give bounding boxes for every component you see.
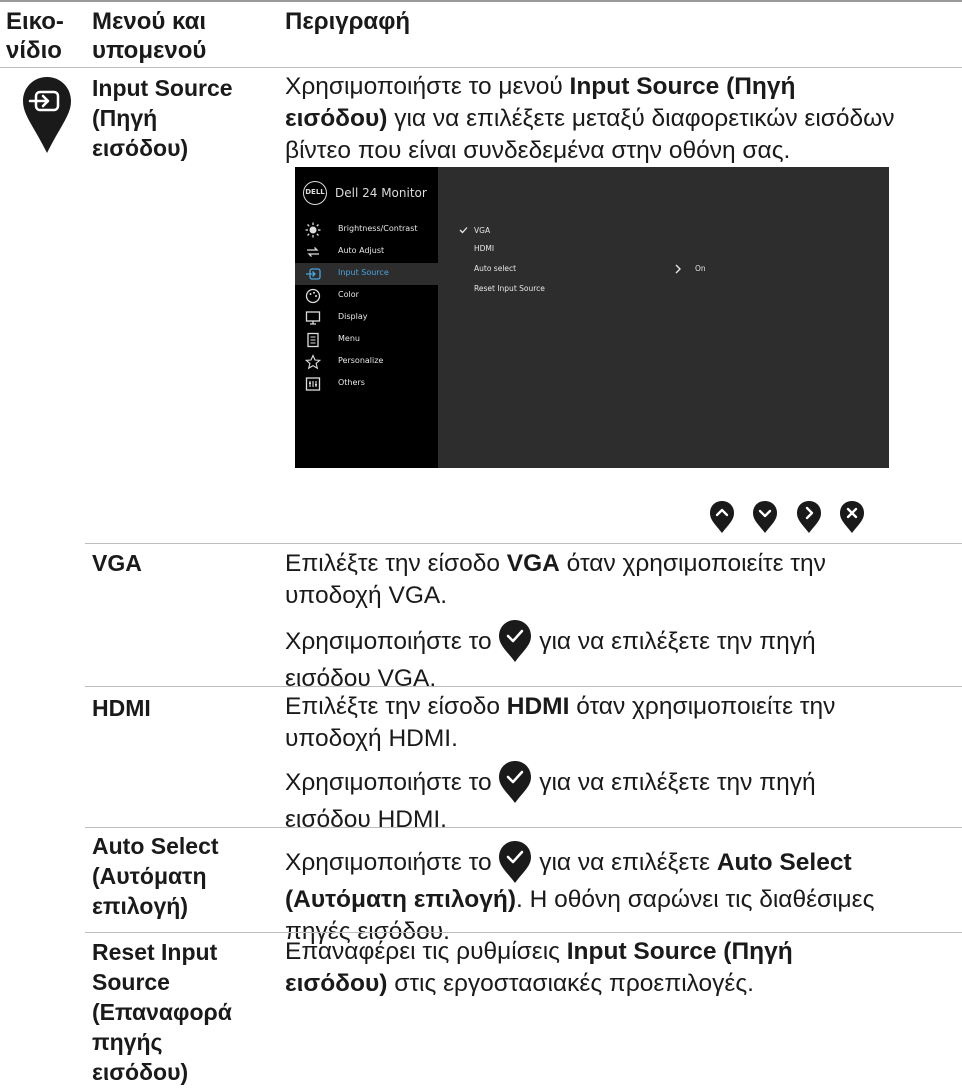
divider-auto-select [85,827,962,828]
input-source-description: Χρησιμοποιήστε το μενού Input Source (Πη… [285,73,895,164]
down-button-icon [753,501,777,533]
osd-menu-others[interactable]: Others [295,373,438,395]
osd-submenu-panel: VGA HDMI Auto select On Reset Input Sour… [438,167,889,468]
osd-menu-input-source[interactable]: Input Source [295,263,438,285]
osd-menu-label: Color [338,290,359,299]
osd-option-hdmi[interactable]: HDMI [474,244,494,253]
reset-label-line2: Source [92,969,170,995]
input-source-label-line2: (Πηγή [92,105,158,131]
brightness-icon [305,222,321,238]
up-button-icon [710,501,734,533]
header-icon-line1: Εικο- [6,8,64,35]
osd-menu-panel: DELL Dell 24 Monitor Brightness/Contrast… [295,167,438,468]
header-icon-column: Εικο- νίδιο [6,7,64,65]
osd-menu-label: Brightness/Contrast [338,224,418,233]
vga-description-1: Επιλέξτε την είσοδο VGA όταν χρησιμοποιε… [285,550,826,609]
reset-label-line1: Reset Input [92,939,218,965]
reset-label-line3: (Επαναφορά [92,999,232,1025]
others-icon [305,377,321,391]
star-icon [305,354,321,370]
header-divider [0,67,962,68]
header-menu-line2: υπομενού [92,37,207,64]
osd-screenshot: DELL Dell 24 Monitor Brightness/Contrast… [295,167,889,468]
auto-select-label-line2: (Αυτόματη [92,863,207,889]
osd-option-auto-select[interactable]: Auto select [474,264,516,273]
osd-menu-label: Input Source [338,268,389,277]
osd-menu-label: Auto Adjust [338,246,385,255]
osd-menu-label: Personalize [338,356,384,365]
chevron-right-icon [675,264,681,274]
auto-select-label-line3: επιλογή) [92,893,188,919]
header-description: Περιγραφή [285,8,411,35]
osd-menu-display[interactable]: Display [295,307,438,329]
hdmi-description-1: Επιλέξτε την είσοδο HDMI όταν χρησιμοποι… [285,693,836,752]
divider-vga [85,543,962,544]
osd-menu-label: Menu [338,334,360,343]
vga-label: VGA [92,550,142,576]
header-menu-column: Μενού και υπομενού [92,7,206,65]
check-button-icon [499,841,532,883]
input-source-label: Input Source (Πηγή εισόδου) [92,73,233,163]
color-palette-icon [305,288,321,304]
header-icon-line2: νίδιο [6,37,62,64]
divider-reset [85,932,962,933]
auto-select-label: Auto Select (Αυτόματη επιλογή) [92,831,219,921]
check-button-icon [499,761,532,803]
osd-menu-brightness[interactable]: Brightness/Contrast [295,219,438,241]
reset-label-line4: πηγής [92,1029,163,1055]
hdmi-label: HDMI [92,695,151,721]
input-source-icon [306,268,321,280]
osd-auto-select-value: On [695,264,706,273]
dell-logo: DELL [303,181,327,205]
osd-menu-label: Display [338,312,368,321]
top-rule [0,0,962,2]
reset-input-source-label: Reset Input Source (Επαναφορά πηγής εισό… [92,937,232,1087]
menu-icon [307,332,319,348]
vga-description-2: Χρησιμοποιήστε το για να επιλέξετε την π… [285,619,961,695]
display-icon [305,311,321,325]
reset-input-source-description: Επαναφέρει τις ρυθμίσεις Input Source (Π… [285,938,793,997]
osd-menu-auto-adjust[interactable]: Auto Adjust [295,241,438,263]
auto-adjust-icon [307,247,319,257]
close-button-icon [840,501,864,533]
check-icon [459,227,468,234]
right-button-icon [797,501,821,533]
osd-option-reset-input-source[interactable]: Reset Input Source [474,284,545,293]
input-source-icon [23,77,71,153]
check-button-icon [499,620,532,662]
header-menu-line1: Μενού και [92,8,207,35]
osd-menu-color[interactable]: Color [295,285,438,307]
osd-menu-personalize[interactable]: Personalize [295,351,438,373]
divider-hdmi [85,686,962,687]
osd-menu-label: Others [338,378,365,387]
osd-title: Dell 24 Monitor [335,186,427,200]
reset-label-line5: εισόδου) [92,1059,189,1085]
osd-option-vga[interactable]: VGA [474,226,490,235]
input-source-label-line3: εισόδου) [92,135,189,161]
osd-menu-menu[interactable]: Menu [295,329,438,351]
hdmi-description-2: Χρησιμοποιήστε το για να επιλέξετε την π… [285,760,961,836]
input-source-label-line1: Input Source [92,75,233,101]
auto-select-label-line1: Auto Select [92,833,219,859]
